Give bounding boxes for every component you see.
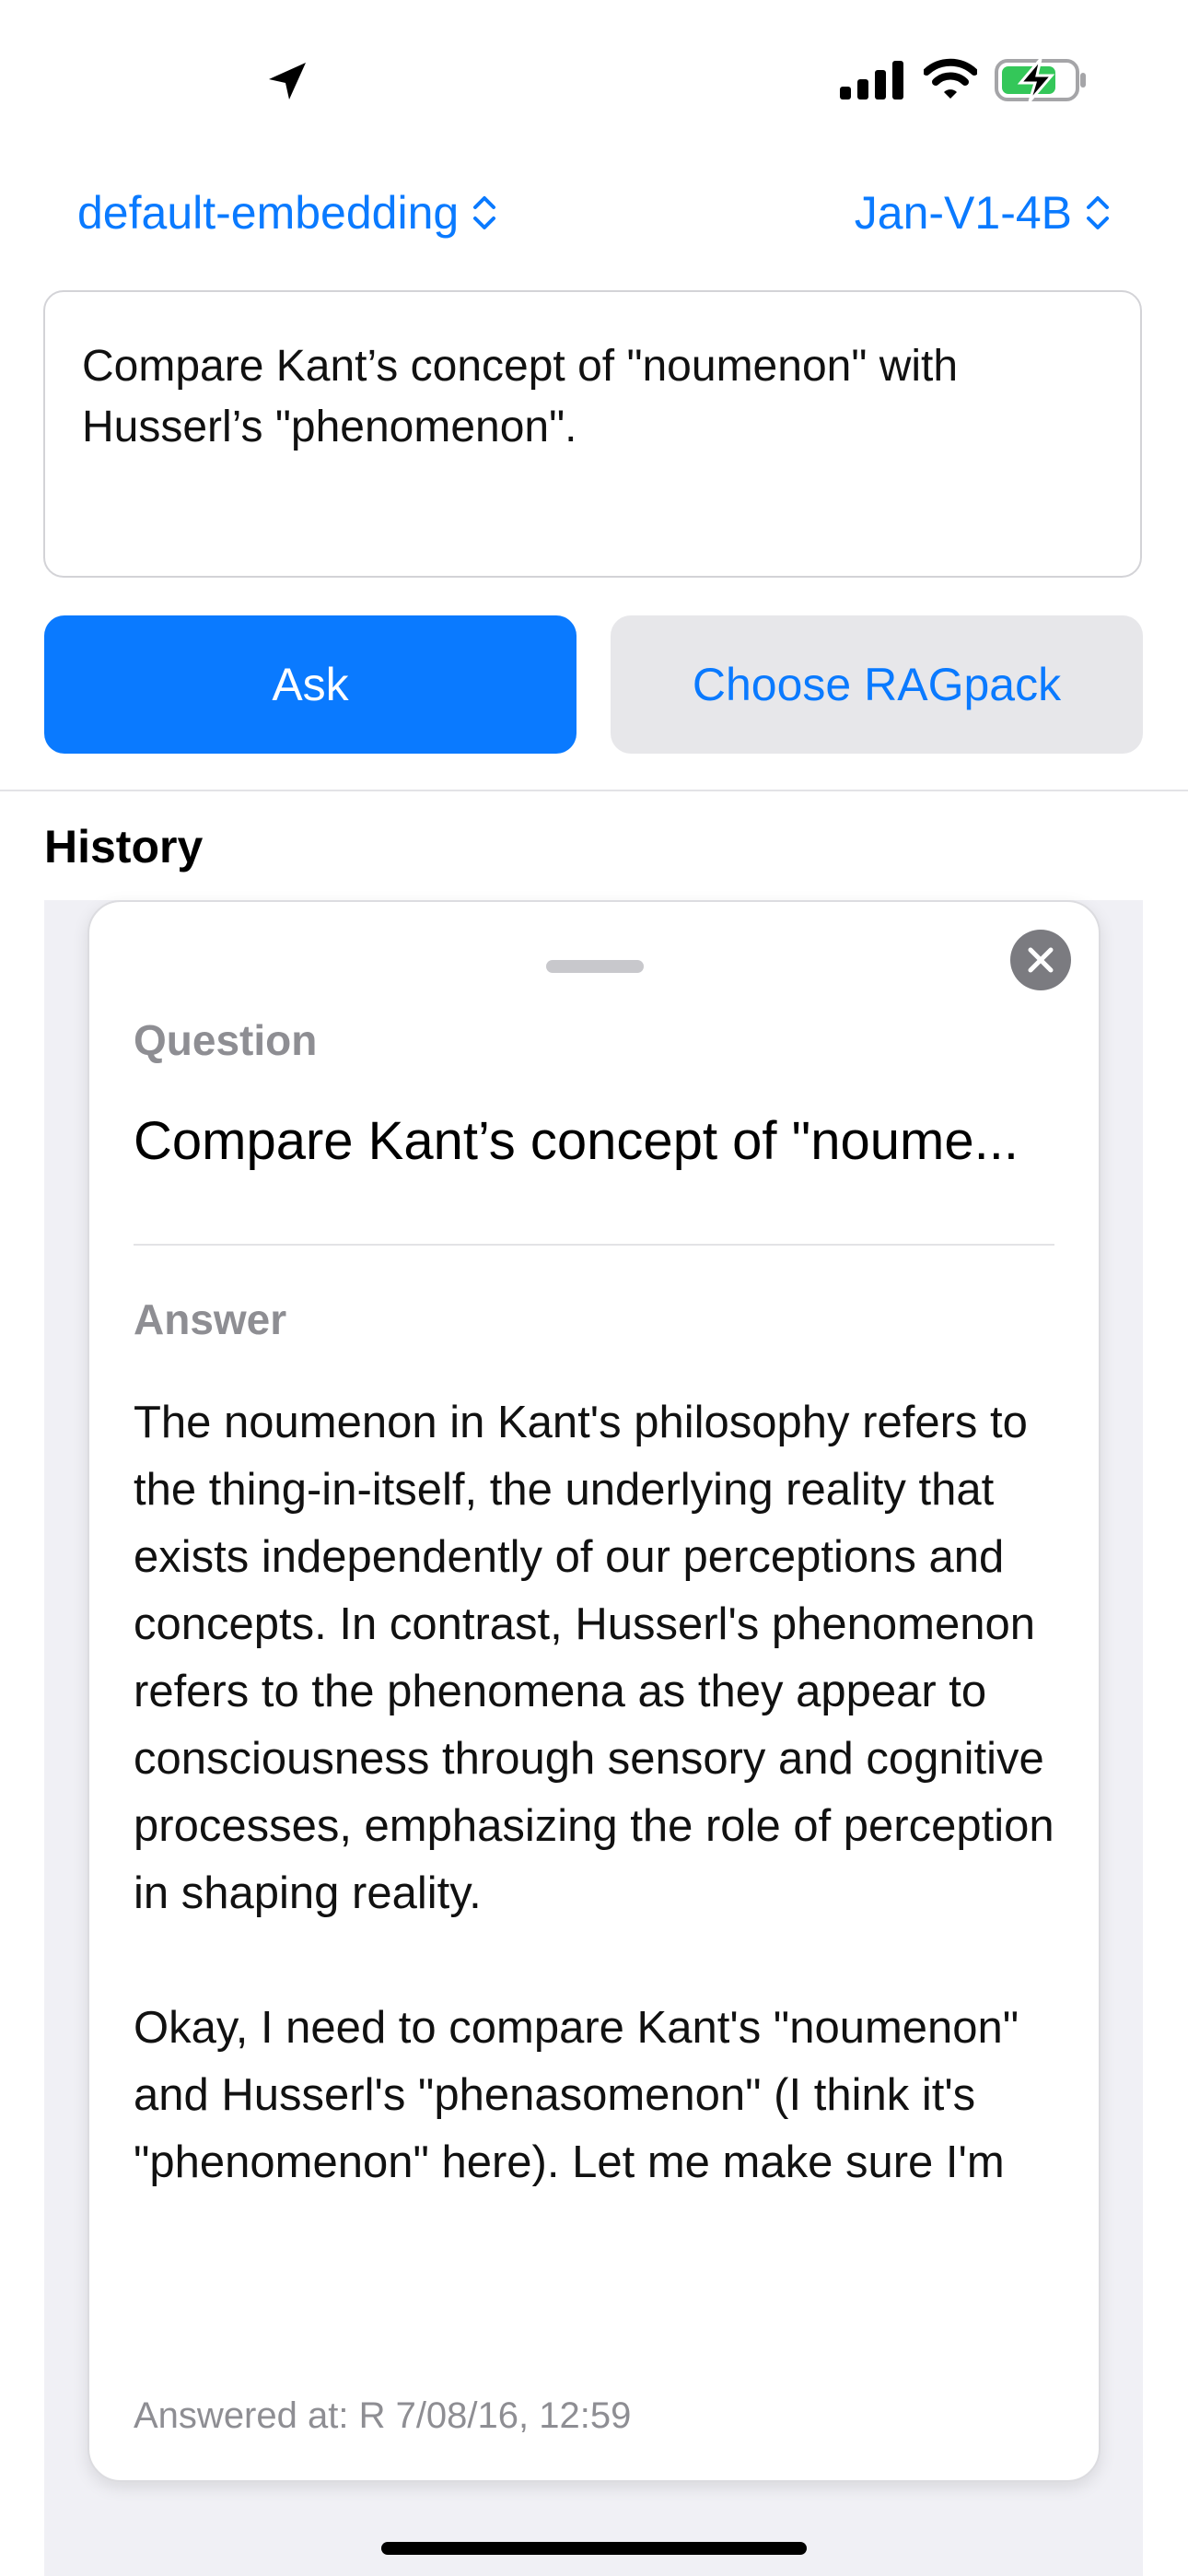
ask-button[interactable]: Ask: [44, 615, 577, 754]
cellular-signal-icon: [840, 61, 903, 100]
chevron-up-down-icon: [1087, 196, 1109, 229]
home-indicator[interactable]: [381, 2542, 807, 2555]
location-arrow-icon: [269, 63, 306, 100]
choose-ragpack-button[interactable]: Choose RAGpack: [611, 615, 1143, 754]
close-button[interactable]: [1010, 930, 1071, 990]
status-bar: [0, 0, 1188, 157]
close-icon: [1028, 947, 1054, 973]
history-heading: History: [44, 821, 204, 872]
wifi-icon: [924, 58, 977, 99]
sheet-grabber[interactable]: [546, 960, 644, 973]
question-input[interactable]: Compare Kant’s concept of "noumenon" wit…: [43, 290, 1142, 578]
question-input-text: Compare Kant’s concept of "noumenon" wit…: [82, 342, 971, 451]
llm-model-selector[interactable]: Jan-V1-4B: [855, 181, 1111, 245]
section-divider: [0, 790, 1188, 791]
embedding-selector-label: default-embedding: [77, 187, 460, 239]
model-selector-label: Jan-V1-4B: [854, 187, 1072, 239]
embedding-model-selector[interactable]: default-embedding: [77, 181, 497, 245]
battery-charging-icon: [995, 58, 1086, 102]
chevron-up-down-icon: [473, 196, 496, 229]
history-detail-sheet: [87, 900, 1101, 2482]
